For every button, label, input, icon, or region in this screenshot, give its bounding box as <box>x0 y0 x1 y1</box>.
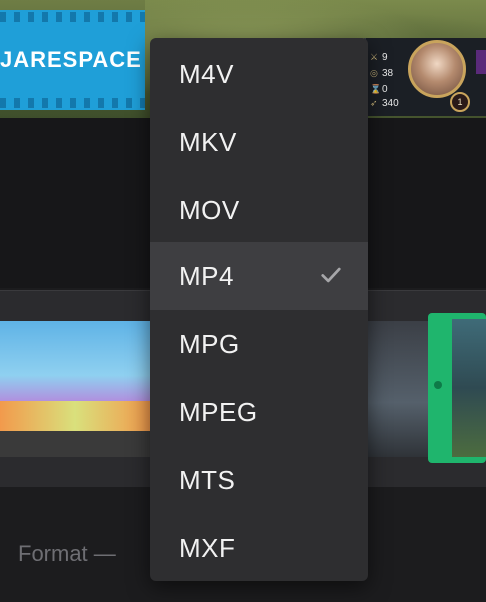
format-option-mkv[interactable]: MKV <box>150 108 368 176</box>
checkmark-icon <box>321 267 341 283</box>
format-option-label: MPG <box>179 328 240 359</box>
hud-stat-movespeed: ➶ 340 <box>370 98 399 109</box>
format-option-mxf[interactable]: MXF <box>150 514 368 581</box>
format-option-label: MP4 <box>179 260 234 291</box>
clip-trim-handle[interactable] <box>434 381 442 389</box>
hud-stat-value: 38 <box>382 68 394 79</box>
format-dropdown-menu[interactable]: M4V MKV MOV MP4 MPG MPEG MTS MXF <box>150 38 368 581</box>
sponsor-text: JARESPACE <box>0 47 142 72</box>
format-option-mov[interactable]: MOV <box>150 176 368 244</box>
banner-zigzag-top <box>0 12 145 22</box>
format-option-mts[interactable]: MTS <box>150 446 368 514</box>
hud-stat-value: 340 <box>382 98 399 109</box>
format-option-m4v[interactable]: M4V <box>150 40 368 108</box>
sword-icon: ⚔ <box>370 52 379 62</box>
clip-thumbnail-track <box>0 401 150 431</box>
timeline-clip[interactable] <box>368 321 428 457</box>
hud-stat-value: 9 <box>382 52 388 63</box>
champion-portrait <box>408 40 466 98</box>
format-option-mp4[interactable]: MP4 <box>150 242 368 310</box>
boot-icon: ➶ <box>370 98 378 108</box>
game-hud: ⚔ 9 ◎ 38 ⌛ 0 ➶ 340 1 <box>364 38 486 116</box>
format-option-label: MPEG <box>179 396 258 427</box>
clip-thumbnail-strip <box>0 431 150 457</box>
format-option-label: MTS <box>179 464 236 495</box>
hud-side-indicator <box>476 50 486 74</box>
clip-thumbnail <box>452 319 486 457</box>
hourglass-icon: ⌛ <box>370 84 382 94</box>
sponsor-banner: JARESPACE <box>0 10 145 110</box>
format-option-label: MXF <box>179 532 236 563</box>
format-option-mpeg[interactable]: MPEG <box>150 378 368 446</box>
selected-timeline-clip[interactable] <box>428 313 486 463</box>
format-option-label: MKV <box>179 126 237 157</box>
hud-stat-gold: ◎ 38 <box>370 68 393 79</box>
coin-icon: ◎ <box>370 68 378 78</box>
format-option-label: M4V <box>179 58 234 89</box>
hud-stat-value: 0 <box>382 84 388 95</box>
hud-stat-wards: ⌛ 0 <box>370 84 388 95</box>
banner-zigzag-bottom <box>0 98 145 108</box>
format-option-mpg[interactable]: MPG <box>150 310 368 378</box>
timeline-clip[interactable] <box>0 321 150 457</box>
format-label: Format — <box>18 541 116 566</box>
format-option-label: MOV <box>179 194 240 225</box>
champion-level-badge: 1 <box>450 92 470 112</box>
hud-stat-kills: ⚔ 9 <box>370 52 388 63</box>
